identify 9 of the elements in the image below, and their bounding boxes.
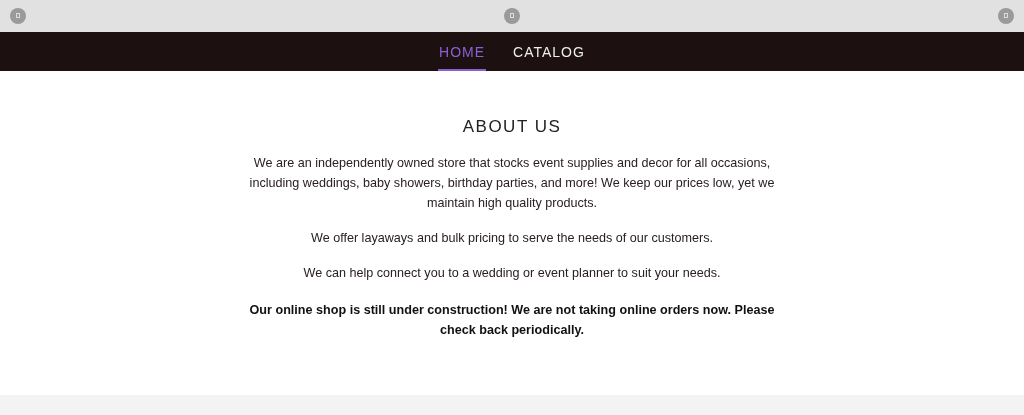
handle-icon[interactable] — [998, 8, 1014, 24]
paragraph: We can help connect you to a wedding or event planner to suit your needs. — [302, 265, 722, 282]
paragraph: Our online shop is still under construction! We are not taking online orders now. Please check back periodically. — [248, 302, 776, 339]
handle-icon[interactable] — [10, 8, 26, 24]
handle-icon[interactable] — [504, 8, 520, 24]
paragraph: We are an independently owned store that stocks event supplies and decor for all occasions, including weddings, baby showers, birthday parties, and more! We keep our prices low, yet we maintain high quality products. — [248, 155, 776, 212]
paragraph: We offer layaways and bulk pricing to serve the needs of our customers. — [309, 230, 714, 247]
section-title: ABOUT US — [462, 117, 562, 137]
nav-tab[interactable]: CATALOG — [512, 32, 586, 71]
